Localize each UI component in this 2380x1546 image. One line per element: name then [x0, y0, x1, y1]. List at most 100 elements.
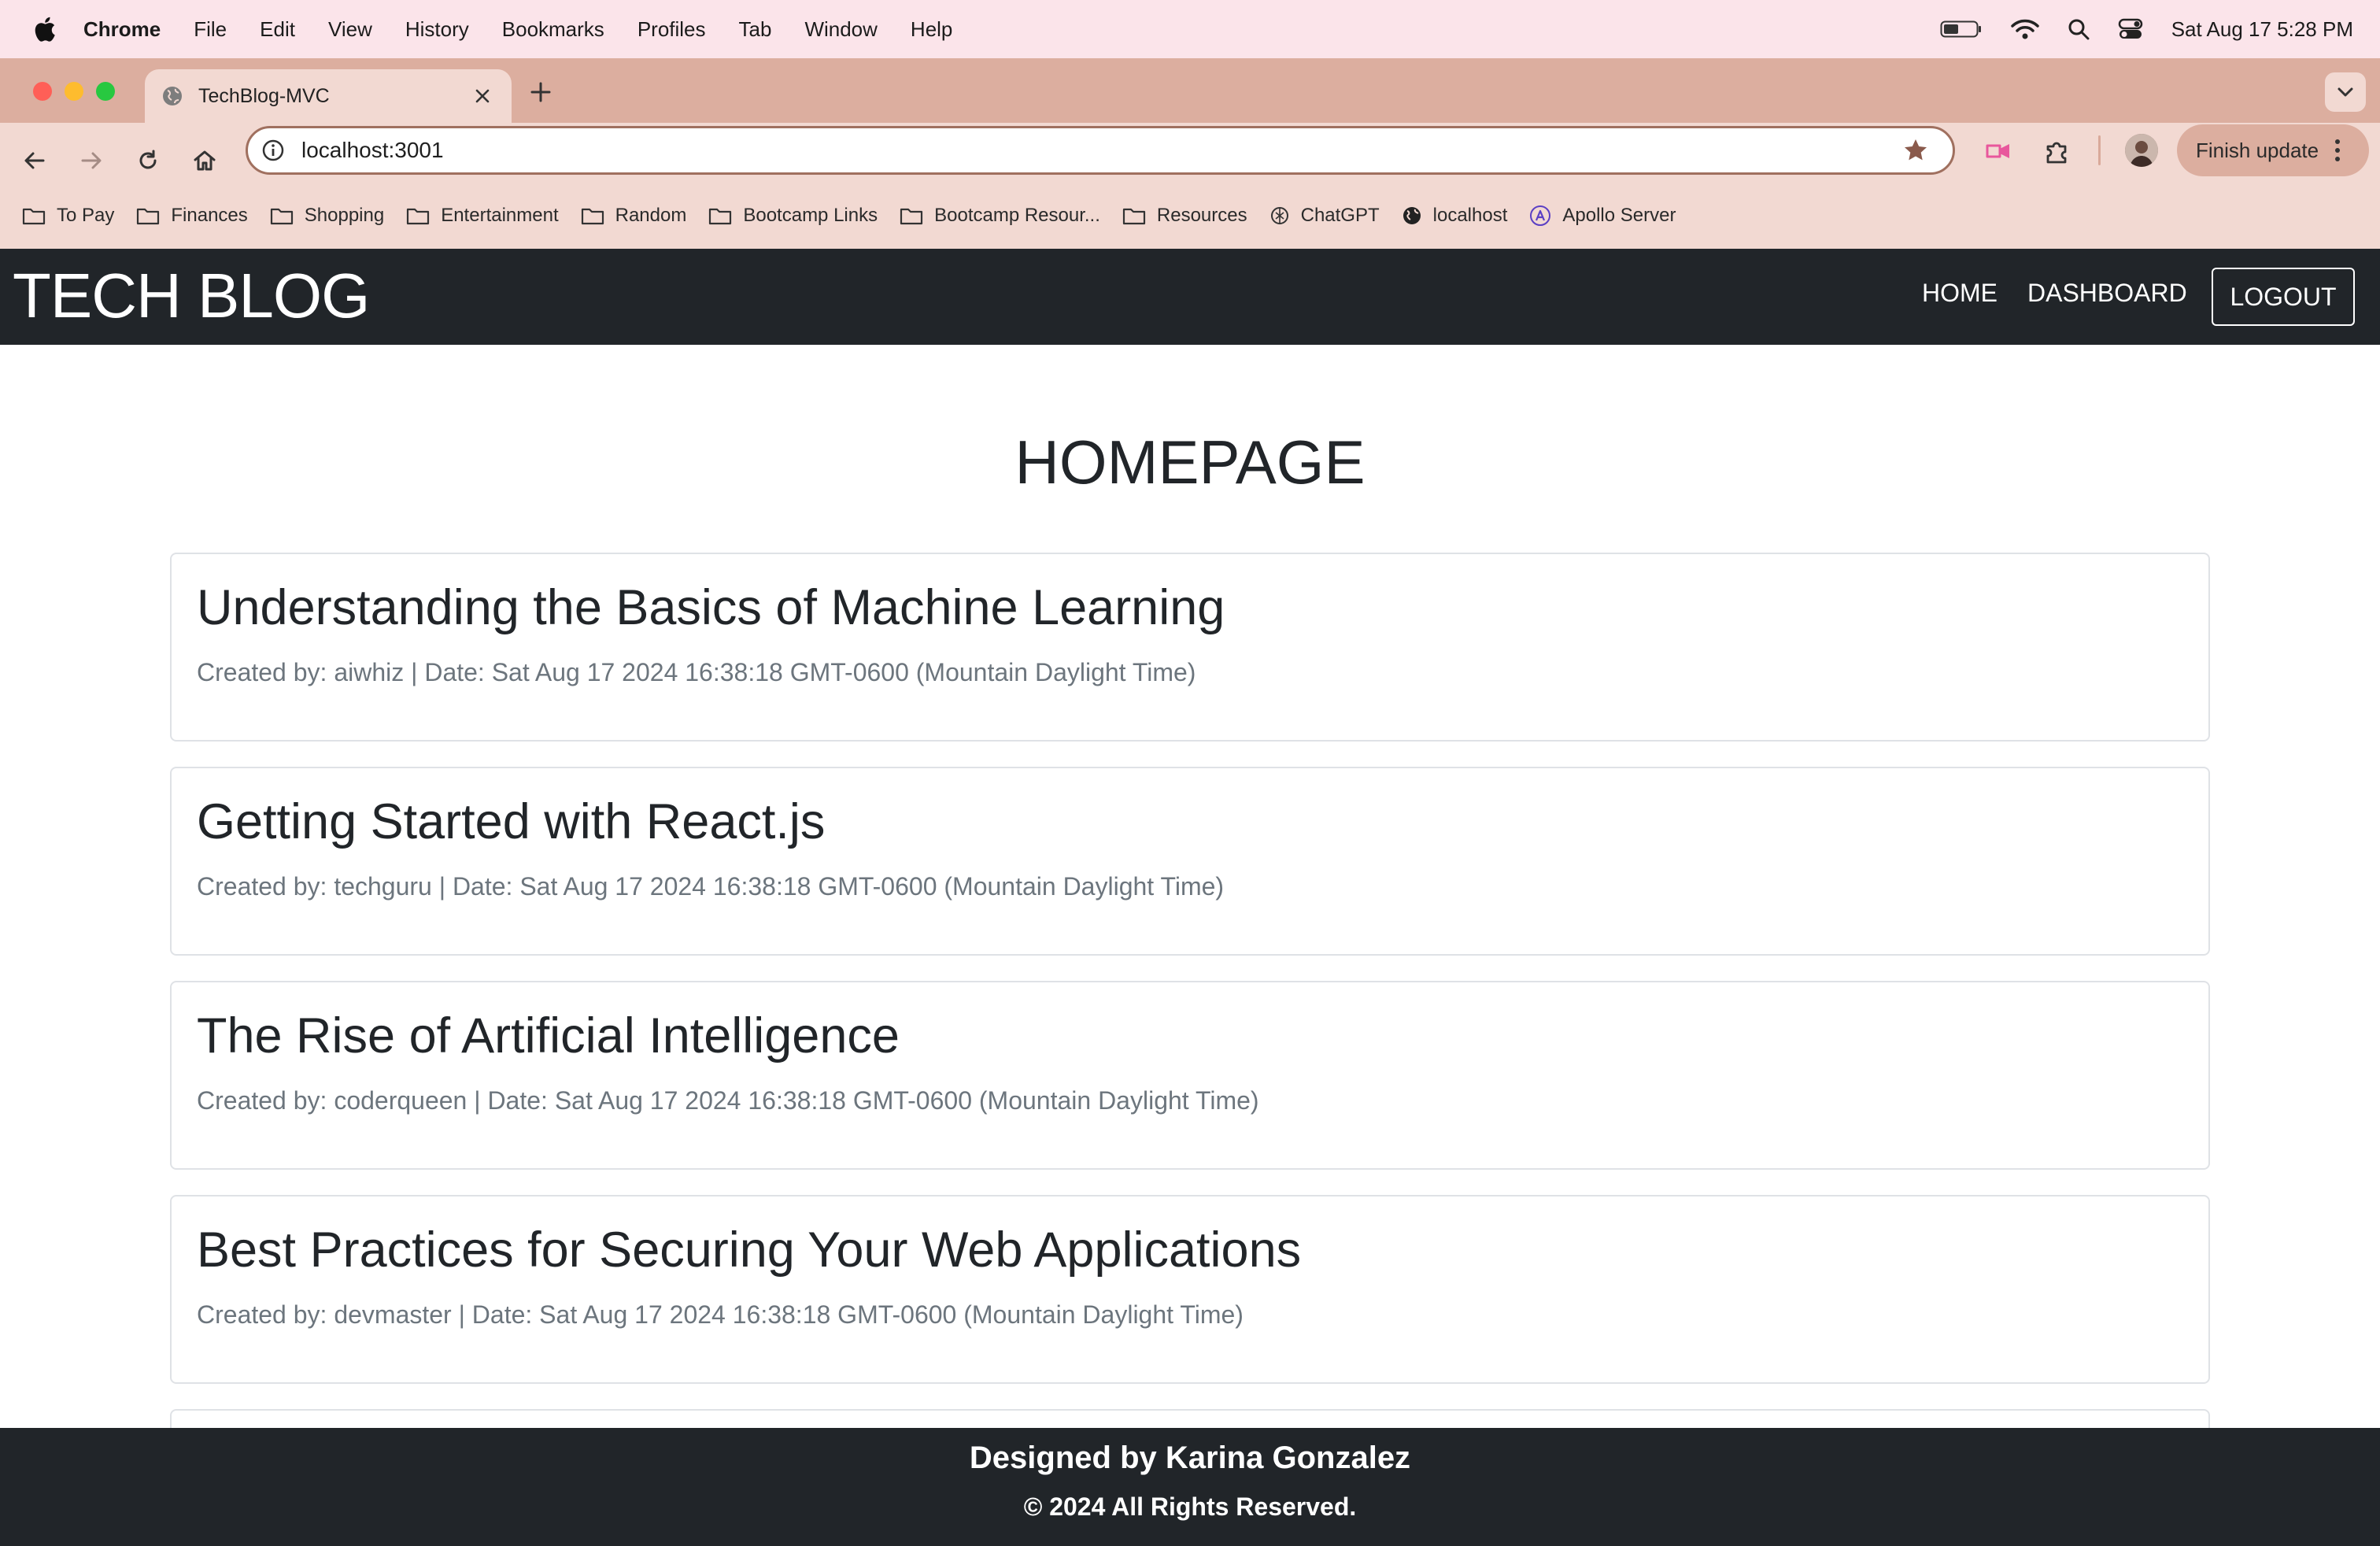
apple-icon[interactable]	[31, 15, 57, 43]
home-button[interactable]	[189, 145, 220, 176]
reload-button[interactable]	[132, 145, 164, 176]
profile-avatar[interactable]	[2125, 134, 2158, 167]
footer-copyright: © 2024 All Rights Reserved.	[1023, 1492, 1357, 1521]
post-meta: Created by: devmaster | Date: Sat Aug 17…	[197, 1300, 1244, 1329]
toolbar-separator	[2098, 135, 2101, 165]
battery-icon[interactable]	[1940, 20, 1983, 39]
post-meta: Created by: aiwhiz | Date: Sat Aug 17 20…	[197, 658, 1196, 686]
post-title[interactable]: Understanding the Basics of Machine Lear…	[197, 579, 1225, 636]
extension-button[interactable]	[1982, 134, 2016, 168]
tab-techblog[interactable]: TechBlog-MVC	[145, 69, 512, 123]
web-page: TECH BLOG HOME DASHBOARD LOGOUT HOMEPAGE…	[0, 249, 2380, 1546]
bookmark-label: Entertainment	[441, 205, 559, 226]
tab-title: TechBlog-MVC	[198, 84, 330, 107]
arrow-left-icon	[24, 152, 45, 169]
bookmark-apollo-server[interactable]: Apollo Server	[1529, 205, 1676, 227]
post-title[interactable]: Best Practices for Securing Your Web App…	[197, 1222, 1301, 1278]
tab-search-button[interactable]	[2325, 72, 2366, 112]
reload-icon	[139, 150, 157, 169]
bookmark-label: Resources	[1156, 205, 1247, 226]
chatgpt-icon	[1270, 207, 1288, 224]
globe-icon	[1402, 207, 1421, 224]
folder-icon	[1122, 208, 1145, 225]
window-close-button[interactable]	[33, 82, 52, 101]
close-tab-icon[interactable]	[472, 86, 493, 106]
post-title[interactable]: Getting Started with React.js	[197, 793, 825, 850]
url-text[interactable]: localhost:3001	[301, 138, 1902, 163]
footer-designed-by: Designed by Karina Gonzalez	[969, 1441, 1411, 1475]
chevron-down-icon	[2338, 87, 2353, 97]
bookmark-resources[interactable]: Resources	[1122, 205, 1247, 227]
video-extension-icon	[1986, 144, 2009, 158]
spotlight-search-icon[interactable]	[2068, 18, 2090, 40]
bookmark-label: Bootcamp Resour...	[934, 205, 1100, 226]
extensions-button[interactable]	[2040, 134, 2075, 168]
bookmark-label: To Pay	[57, 205, 115, 226]
wifi-icon[interactable]	[2010, 18, 2039, 40]
menu-window[interactable]: Window	[804, 17, 877, 42]
post-meta: Created by: techguru | Date: Sat Aug 17 …	[197, 872, 1225, 901]
puzzle-icon	[2046, 142, 2067, 164]
folder-icon	[22, 208, 46, 225]
logout-button[interactable]: LOGOUT	[2212, 268, 2355, 326]
finish-update-label: Finish update	[2196, 138, 2319, 162]
page-title: HOMEPAGE	[1014, 427, 1366, 497]
post-card[interactable]: Understanding the Basics of Machine Lear…	[170, 553, 2210, 742]
bookmark-entertainment[interactable]: Entertainment	[406, 205, 559, 227]
menu-history[interactable]: History	[405, 17, 469, 42]
forward-button[interactable]	[76, 145, 107, 176]
bookmark-random[interactable]: Random	[581, 205, 687, 227]
kebab-menu-icon	[2335, 139, 2341, 161]
finish-update-button[interactable]: Finish update	[2177, 124, 2369, 176]
menu-bookmarks[interactable]: Bookmarks	[502, 17, 604, 42]
post-card[interactable]: Best Practices for Securing Your Web App…	[170, 1195, 2210, 1384]
menu-file[interactable]: File	[194, 17, 227, 42]
site-brand[interactable]: TECH BLOG	[13, 260, 370, 332]
bookmark-bootcamp-links[interactable]: Bootcamp Links	[708, 205, 878, 227]
site-navbar: TECH BLOG HOME DASHBOARD LOGOUT	[0, 249, 2380, 345]
bookmark-chatgpt[interactable]: ChatGPT	[1269, 205, 1380, 227]
bookmark-label: Bootcamp Links	[743, 205, 878, 226]
folder-icon	[900, 208, 923, 225]
new-tab-icon[interactable]	[529, 80, 552, 104]
menu-app-name[interactable]: Chrome	[83, 17, 161, 42]
folder-icon	[137, 208, 160, 225]
bookmark-finances[interactable]: Finances	[136, 205, 248, 227]
menu-profiles[interactable]: Profiles	[638, 17, 706, 42]
menu-tab[interactable]: Tab	[739, 17, 772, 42]
folder-icon	[407, 208, 430, 225]
control-center-icon[interactable]	[2118, 18, 2143, 40]
home-icon	[194, 150, 216, 171]
bookmark-localhost[interactable]: localhost	[1402, 205, 1507, 227]
tab-strip: TechBlog-MVC	[0, 58, 2380, 123]
folder-icon	[581, 208, 604, 225]
bookmark-label: Finances	[171, 205, 248, 226]
menu-items: Chrome File Edit View History Bookmarks …	[83, 17, 985, 42]
address-bar[interactable]: localhost:3001	[246, 126, 1955, 175]
bookmark-star-icon[interactable]	[1902, 137, 1929, 164]
bookmark-to-pay[interactable]: To Pay	[22, 205, 114, 227]
bookmark-label: Apollo Server	[1562, 205, 1676, 226]
window-minimize-button[interactable]	[65, 82, 83, 101]
bookmark-label: Random	[615, 205, 687, 226]
bookmark-bootcamp-resources[interactable]: Bootcamp Resour...	[900, 205, 1100, 227]
nav-home-link[interactable]: HOME	[1922, 279, 1998, 308]
post-card[interactable]: The Rise of Artificial Intelligence Crea…	[170, 981, 2210, 1170]
macos-menu-bar: Chrome File Edit View History Bookmarks …	[0, 0, 2380, 58]
bookmark-label: Shopping	[304, 205, 385, 226]
bookmark-shopping[interactable]: Shopping	[270, 205, 384, 227]
post-card[interactable]: Getting Started with React.js Created by…	[170, 767, 2210, 956]
window-zoom-button[interactable]	[96, 82, 115, 101]
menu-clock[interactable]: Sat Aug 17 5:28 PM	[2171, 17, 2353, 42]
back-button[interactable]	[19, 145, 50, 176]
globe-icon	[163, 87, 182, 105]
bookmark-label: ChatGPT	[1300, 205, 1380, 226]
menu-help[interactable]: Help	[911, 17, 952, 42]
site-footer: Designed by Karina Gonzalez © 2024 All R…	[0, 1428, 2380, 1546]
nav-dashboard-link[interactable]: DASHBOARD	[2027, 279, 2187, 308]
post-title[interactable]: The Rise of Artificial Intelligence	[197, 1008, 900, 1064]
menu-view[interactable]: View	[328, 17, 372, 42]
menu-edit[interactable]: Edit	[260, 17, 295, 42]
post-meta: Created by: coderqueen | Date: Sat Aug 1…	[197, 1086, 1259, 1115]
site-info-icon[interactable]	[261, 138, 286, 163]
